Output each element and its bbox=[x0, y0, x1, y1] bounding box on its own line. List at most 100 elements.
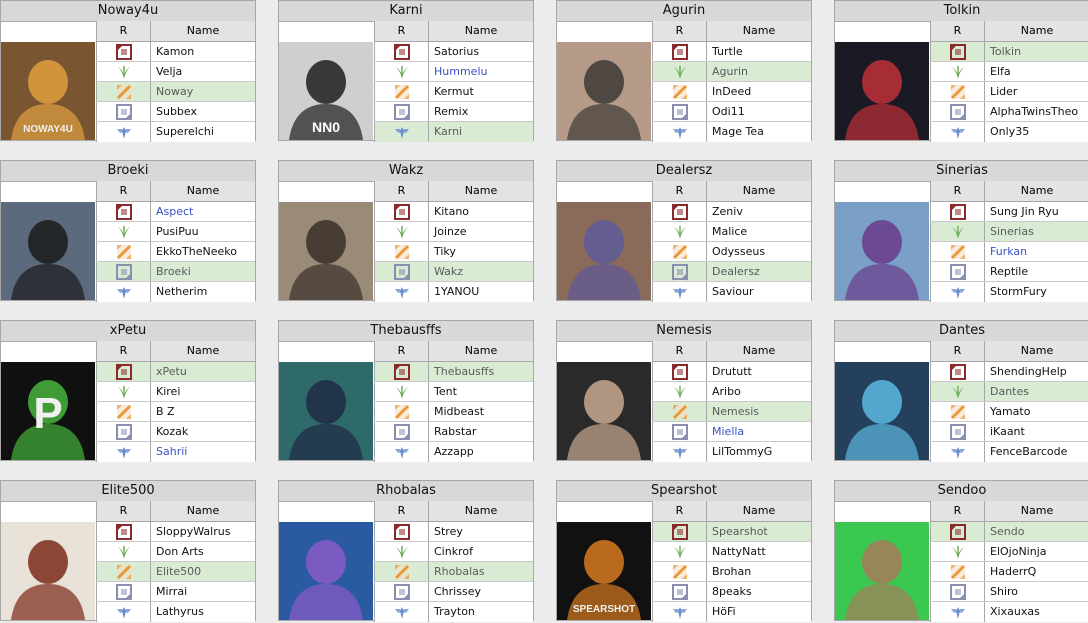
player-row: Drututt bbox=[652, 362, 811, 382]
role-column-header: R bbox=[374, 341, 429, 361]
team-captain-photo bbox=[1, 522, 95, 620]
player-row: Odi11 bbox=[652, 102, 811, 122]
mid-role-icon bbox=[930, 402, 985, 421]
player-name: FenceBarcode bbox=[990, 445, 1068, 458]
player-name-link[interactable]: Hummelu bbox=[429, 62, 533, 81]
player-row: Kozak bbox=[96, 422, 255, 442]
player-name-link[interactable]: Miella bbox=[707, 422, 811, 441]
player-name-link[interactable]: Furkan bbox=[985, 242, 1088, 261]
player-row: Kamon bbox=[96, 42, 255, 62]
player-name: Kermut bbox=[434, 85, 474, 98]
player-name: Trayton bbox=[434, 605, 475, 618]
team-title: Agurin bbox=[557, 1, 811, 22]
player-row: SloppyWalrus bbox=[96, 522, 255, 542]
player-name: Elfa bbox=[990, 65, 1011, 78]
team-card: Sendoo R Name Sendo ElOjoNinja HaderrQ Shi… bbox=[834, 480, 1088, 622]
player-list: Zeniv Malice Odysseus Dealersz Saviour bbox=[652, 202, 811, 302]
player-list: Satorius Hummelu Kermut Remix Karni bbox=[374, 42, 533, 142]
team-title: Thebausffs bbox=[279, 321, 533, 342]
player-row: Rhobalas bbox=[374, 562, 533, 582]
player-row: Kitano bbox=[374, 202, 533, 222]
player-row: Elfa bbox=[930, 62, 1088, 82]
player-name: Brohan bbox=[712, 565, 752, 578]
team-card: Agurin R Name Turtle Agurin InDeed Odi11 M… bbox=[556, 0, 812, 142]
player-row: Saviour bbox=[652, 282, 811, 302]
role-column-header: R bbox=[96, 341, 151, 361]
jungle-role-icon bbox=[652, 62, 707, 81]
player-name: Velja bbox=[156, 65, 183, 78]
player-row: Joinze bbox=[374, 222, 533, 242]
player-name: Sung Jin Ryu bbox=[990, 205, 1059, 218]
role-column-header: R bbox=[930, 341, 985, 361]
column-header: R Name bbox=[96, 341, 255, 362]
name-column-header: Name bbox=[742, 344, 776, 357]
team-title: Nemesis bbox=[557, 321, 811, 342]
player-name-link[interactable]: Aspect bbox=[151, 202, 255, 221]
player-name: 1YANOU bbox=[434, 285, 480, 298]
top-role-icon bbox=[930, 522, 985, 541]
support-role-icon bbox=[930, 442, 985, 462]
team-card: Rhobalas R Name Strey Cinkrof Rhobalas Chr… bbox=[278, 480, 534, 622]
support-role-icon bbox=[374, 122, 429, 142]
player-name: Satorius bbox=[434, 45, 480, 58]
support-role-icon bbox=[374, 602, 429, 622]
player-name: Remix bbox=[434, 105, 469, 118]
teams-grid: Noway4u R Name NOWAY4U Kamon Velja Noway S… bbox=[0, 0, 1088, 623]
player-row: 8peaks bbox=[652, 582, 811, 602]
jungle-role-icon bbox=[930, 222, 985, 241]
svg-text:NN0: NN0 bbox=[312, 119, 340, 135]
team-card: Tolkin R Name Tolkin Elfa Lider AlphaTwins… bbox=[834, 0, 1088, 142]
player-row: Elite500 bbox=[96, 562, 255, 582]
player-name: Mirrai bbox=[156, 585, 188, 598]
bot-role-icon bbox=[930, 102, 985, 121]
player-row: Cinkrof bbox=[374, 542, 533, 562]
player-row: Superelchi bbox=[96, 122, 255, 142]
team-captain-photo: P bbox=[1, 362, 95, 460]
mid-role-icon bbox=[652, 242, 707, 261]
bot-role-icon bbox=[930, 422, 985, 441]
player-name: Turtle bbox=[712, 45, 743, 58]
jungle-role-icon bbox=[96, 542, 151, 561]
team-title: Elite500 bbox=[1, 481, 255, 502]
player-row: Tolkin bbox=[930, 42, 1088, 62]
column-header: R Name bbox=[96, 181, 255, 202]
top-role-icon bbox=[96, 522, 151, 541]
player-name: Agurin bbox=[712, 65, 749, 78]
bot-role-icon bbox=[652, 102, 707, 121]
name-column-header: Name bbox=[1020, 184, 1054, 197]
player-name: Only35 bbox=[990, 125, 1030, 138]
player-row: Hummelu bbox=[374, 62, 533, 82]
player-name: 8peaks bbox=[712, 585, 752, 598]
team-captain-photo: NOWAY4U bbox=[1, 42, 95, 140]
support-role-icon bbox=[652, 442, 707, 462]
player-row: Lathyrus bbox=[96, 602, 255, 622]
player-name: HöFi bbox=[712, 605, 736, 618]
team-card: Dealersz R Name Zeniv Malice Odysseus Deal… bbox=[556, 160, 812, 302]
player-name: Sinerias bbox=[990, 225, 1034, 238]
jungle-role-icon bbox=[96, 62, 151, 81]
team-card: Thebausffs R Name Thebausffs Tent Midbeast… bbox=[278, 320, 534, 462]
player-name: Shiro bbox=[990, 585, 1019, 598]
name-column-header: Name bbox=[742, 184, 776, 197]
team-captain-photo bbox=[557, 202, 651, 300]
bot-role-icon bbox=[374, 262, 429, 281]
role-column-header: R bbox=[374, 501, 429, 521]
bot-role-icon bbox=[374, 102, 429, 121]
player-name: Kozak bbox=[156, 425, 189, 438]
player-name-link[interactable]: Sahrii bbox=[151, 442, 255, 462]
player-name: AlphaTwinsTheo bbox=[990, 105, 1079, 118]
player-row: ShendingHelp bbox=[930, 362, 1088, 382]
jungle-role-icon bbox=[96, 382, 151, 401]
player-name: Wakz bbox=[434, 265, 464, 278]
player-row: Sinerias bbox=[930, 222, 1088, 242]
player-name: HaderrQ bbox=[990, 565, 1037, 578]
top-role-icon bbox=[374, 42, 429, 61]
player-row: Brohan bbox=[652, 562, 811, 582]
player-name: Cinkrof bbox=[434, 545, 473, 558]
column-header: R Name bbox=[652, 501, 811, 522]
player-row: HöFi bbox=[652, 602, 811, 622]
support-role-icon bbox=[374, 442, 429, 462]
team-captain-photo bbox=[279, 202, 373, 300]
player-list: Sendo ElOjoNinja HaderrQ Shiro Xixauxas bbox=[930, 522, 1088, 622]
player-name: Kirei bbox=[156, 385, 181, 398]
